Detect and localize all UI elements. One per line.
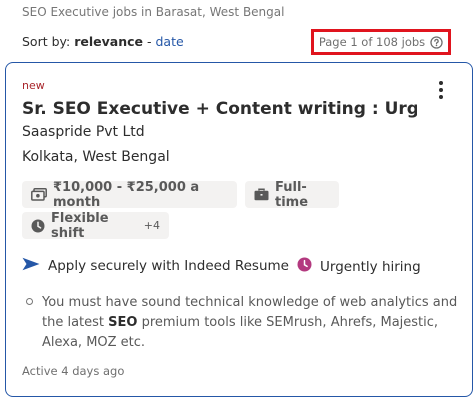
page-count-label: Page 1 of 108 jobs [318,35,426,49]
search-caption: SEO Executive jobs in Barasat, West Beng… [22,5,285,19]
job-type-text: Full-time [275,179,309,210]
indeed-apply: Apply securely with Indeed Resume [22,257,289,275]
apply-arrow-icon [22,257,40,275]
sort-relevance: relevance [74,34,143,49]
snippet-bullet [26,298,33,305]
shift-tag: Flexible shift +4 [22,210,169,241]
company-name: Saaspride Pvt Ltd [22,124,145,140]
page-count: Page 1 of 108 jobs [311,29,451,55]
job-snippet: You must have sound technical knowledge … [42,293,462,353]
sort-date-link[interactable]: date [155,34,183,49]
urgently-hiring: Urgently hiring [297,257,421,276]
clock-icon [31,219,45,233]
urgent-text: Urgently hiring [320,258,421,275]
help-icon[interactable] [430,35,443,49]
posted-date: Active 4 days ago [22,364,125,378]
briefcase-icon [254,188,269,201]
shift-text: Flexible shift [51,210,109,241]
apply-text: Apply securely with Indeed Resume [48,258,289,274]
urgent-clock-icon [297,257,312,276]
sort-label: Sort by: [22,34,71,49]
job-location: Kolkata, West Bengal [22,149,170,165]
job-type-tag: Full-time [245,179,339,210]
job-title[interactable]: Sr. SEO Executive + Content writing : Ur… [22,99,417,119]
salary-tag: ₹10,000 - ₹25,000 a month [22,179,237,210]
sort-separator: - [143,34,156,49]
new-badge: new [22,79,45,92]
job-card[interactable]: new Sr. SEO Executive + Content writing … [5,62,473,397]
sort-row: Sort by: relevance - date [22,34,184,49]
money-icon [31,188,47,201]
snippet-keyword: SEO [108,315,138,330]
shift-extra-count: +4 [143,219,160,232]
more-options-icon[interactable] [431,77,451,103]
salary-text: ₹10,000 - ₹25,000 a month [53,179,200,210]
